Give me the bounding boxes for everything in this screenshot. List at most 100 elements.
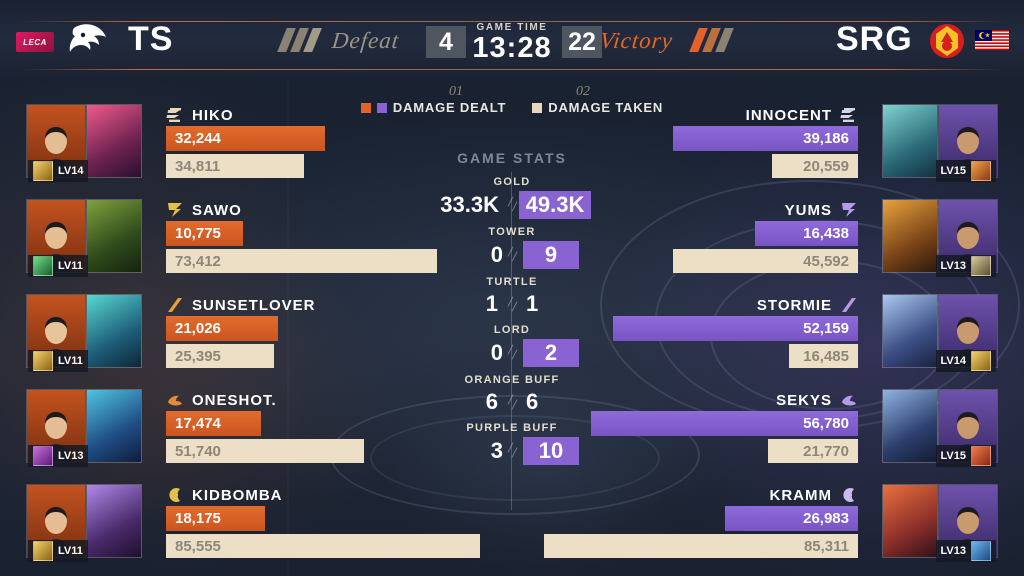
- player-row[interactable]: LV13 KRAMM 26,983 85,311: [408, 478, 1008, 564]
- damage-dealt-value: 21,026: [175, 320, 221, 337]
- player-level-badge: LV11: [28, 255, 88, 277]
- damage-dealt-value: 17,474: [175, 415, 221, 432]
- gold-role-icon: [166, 486, 184, 504]
- hero-avatar: [86, 294, 142, 368]
- damage-dealt-bar: 17,474: [166, 411, 261, 436]
- hero-art: [883, 200, 937, 272]
- damage-taken-bar: 85,311: [544, 534, 858, 558]
- player-level-badge: LV13: [935, 255, 996, 277]
- hero-art: [883, 105, 937, 177]
- flicker-spell-icon: [33, 541, 53, 561]
- hero-avatar: [882, 104, 938, 178]
- damage-dealt-bar: 32,244: [166, 126, 326, 151]
- damage-dealt-bar: 21,026: [166, 316, 278, 341]
- hero-avatar: [882, 484, 938, 558]
- player-row[interactable]: LV15 INNOCENT 39,186 20,559: [408, 98, 1008, 184]
- player-name: HIKO: [192, 106, 234, 124]
- damage-taken-value: 20,559: [803, 157, 849, 175]
- damage-taken-bar: 20,559: [772, 154, 858, 178]
- hero-avatar: [86, 484, 142, 558]
- hero-avatar: [86, 104, 142, 178]
- right-team-score: 22: [562, 26, 602, 58]
- player-level: LV13: [940, 260, 966, 272]
- hero-art: [87, 200, 141, 272]
- player-name-block: SAWO: [166, 201, 242, 219]
- player-level: LV15: [940, 450, 966, 462]
- purify-spell-icon: [33, 446, 53, 466]
- damage-dealt-value: 26,983: [803, 510, 849, 527]
- right-team-slashes: [689, 28, 734, 52]
- player-row[interactable]: LV15 SEKYS 56,780 21,770: [408, 383, 1008, 469]
- hero-avatar: [86, 389, 142, 463]
- hero-avatar: [882, 294, 938, 368]
- petrify-spell-icon: [971, 256, 991, 276]
- player-name-block: STORMIE: [757, 296, 858, 314]
- damage-taken-value: 16,485: [803, 347, 849, 365]
- player-name: KRAMM: [769, 486, 832, 504]
- damage-dealt-bar: 26,983: [724, 506, 858, 531]
- player-level-badge: LV15: [935, 445, 996, 467]
- hero-art: [87, 105, 141, 177]
- flicker-spell-icon: [33, 161, 53, 181]
- player-level: LV11: [58, 545, 83, 557]
- damage-dealt-bar: 39,186: [673, 126, 858, 151]
- selangor-crest-icon: [930, 24, 964, 58]
- damage-taken-value: 51,740: [175, 442, 221, 460]
- damage-dealt-value: 52,159: [803, 320, 849, 337]
- hero-art: [87, 295, 141, 367]
- player-name: YUMS: [784, 201, 832, 219]
- player-level: LV11: [58, 260, 83, 272]
- hero-art: [87, 485, 141, 557]
- exp-role-icon: [166, 201, 184, 219]
- damage-dealt-bar: 10,775: [166, 221, 244, 246]
- player-level-badge: LV11: [28, 540, 88, 562]
- damage-taken-value: 73,412: [175, 252, 221, 270]
- player-level: LV11: [58, 355, 83, 367]
- mid-role-icon: [840, 296, 858, 314]
- player-name-block: INNOCENT: [746, 106, 858, 124]
- damage-taken-value: 25,395: [175, 347, 221, 365]
- damage-dealt-bar: 16,438: [754, 221, 858, 246]
- player-name: INNOCENT: [745, 106, 832, 124]
- player-level-badge: LV13: [935, 540, 996, 562]
- player-name-block: SUNSETLOVER: [166, 296, 316, 314]
- flameshot-spell-icon: [971, 161, 991, 181]
- player-level: LV13: [940, 545, 966, 557]
- petrify-spell-icon: [33, 256, 53, 276]
- damage-taken-value: 85,555: [175, 537, 221, 555]
- damage-taken-bar: 45,592: [673, 249, 858, 273]
- mid-role-icon: [166, 296, 184, 314]
- retribution-spell-icon: [971, 446, 991, 466]
- player-row[interactable]: LV14 STORMIE 52,159 16,485: [408, 288, 1008, 374]
- malaysia-flag-icon: [975, 30, 1009, 50]
- gold-role-icon: [840, 486, 858, 504]
- support-role-icon: [840, 106, 858, 124]
- damage-dealt-bar: 52,159: [612, 316, 858, 341]
- damage-dealt-value: 18,175: [175, 510, 221, 527]
- flicker-spell-icon: [971, 351, 991, 371]
- player-name: ONESHOT.: [192, 391, 277, 409]
- damage-dealt-value: 32,244: [175, 130, 221, 147]
- right-team-result: Victory: [598, 28, 675, 53]
- player-row[interactable]: LV13 YUMS 16,438 45,592: [408, 193, 1008, 279]
- player-name: SEKYS: [776, 391, 832, 409]
- hero-avatar: [882, 389, 938, 463]
- damage-taken-value: 45,592: [803, 252, 849, 270]
- damage-taken-bar: 16,485: [789, 344, 858, 368]
- right-team-tag: SRG: [836, 20, 913, 58]
- hero-art: [87, 390, 141, 462]
- damage-dealt-value: 39,186: [803, 130, 849, 147]
- flicker-spell-icon: [33, 351, 53, 371]
- player-name-block: KRAMM: [770, 486, 859, 504]
- damage-taken-value: 21,770: [803, 442, 849, 460]
- player-level-badge: LV14: [935, 350, 996, 372]
- player-name-block: HIKO: [166, 106, 234, 124]
- player-level: LV14: [58, 165, 84, 177]
- player-level-badge: LV14: [28, 160, 89, 182]
- hero-avatar: [882, 199, 938, 273]
- player-level: LV14: [940, 355, 966, 367]
- player-name-block: SEKYS: [776, 391, 858, 409]
- hero-art: [883, 390, 937, 462]
- damage-taken-bar: 34,811: [166, 154, 304, 178]
- damage-dealt-bar: 18,175: [166, 506, 265, 531]
